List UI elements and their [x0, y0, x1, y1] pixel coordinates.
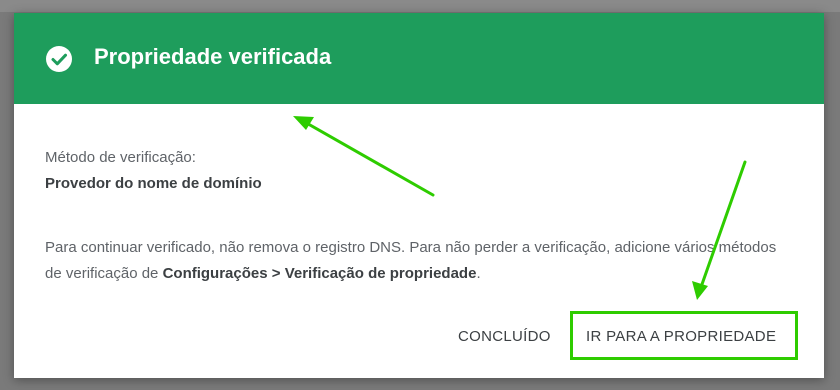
check-circle-icon [46, 46, 72, 72]
method-value: Provedor do nome de domínio [45, 175, 262, 192]
method-label: Método de verificação: [45, 149, 196, 166]
info-text: Para continuar verificado, não remova o … [45, 235, 795, 287]
info-text-part2: . [476, 265, 481, 282]
go-to-property-button[interactable]: IR PARA A PROPRIEDADE [586, 328, 776, 345]
go-to-property-highlight: IR PARA A PROPRIEDADE [570, 311, 798, 360]
backdrop [0, 0, 840, 12]
backdrop-left [0, 240, 14, 390]
dialog-title: Propriedade verificada [94, 44, 332, 69]
settings-path: Configurações > Verificação de proprieda… [162, 265, 477, 282]
done-button[interactable]: CONCLUÍDO [458, 328, 551, 345]
dialog-header: Propriedade verificada [14, 13, 824, 104]
verification-dialog: Propriedade verificada Método de verific… [14, 13, 824, 378]
